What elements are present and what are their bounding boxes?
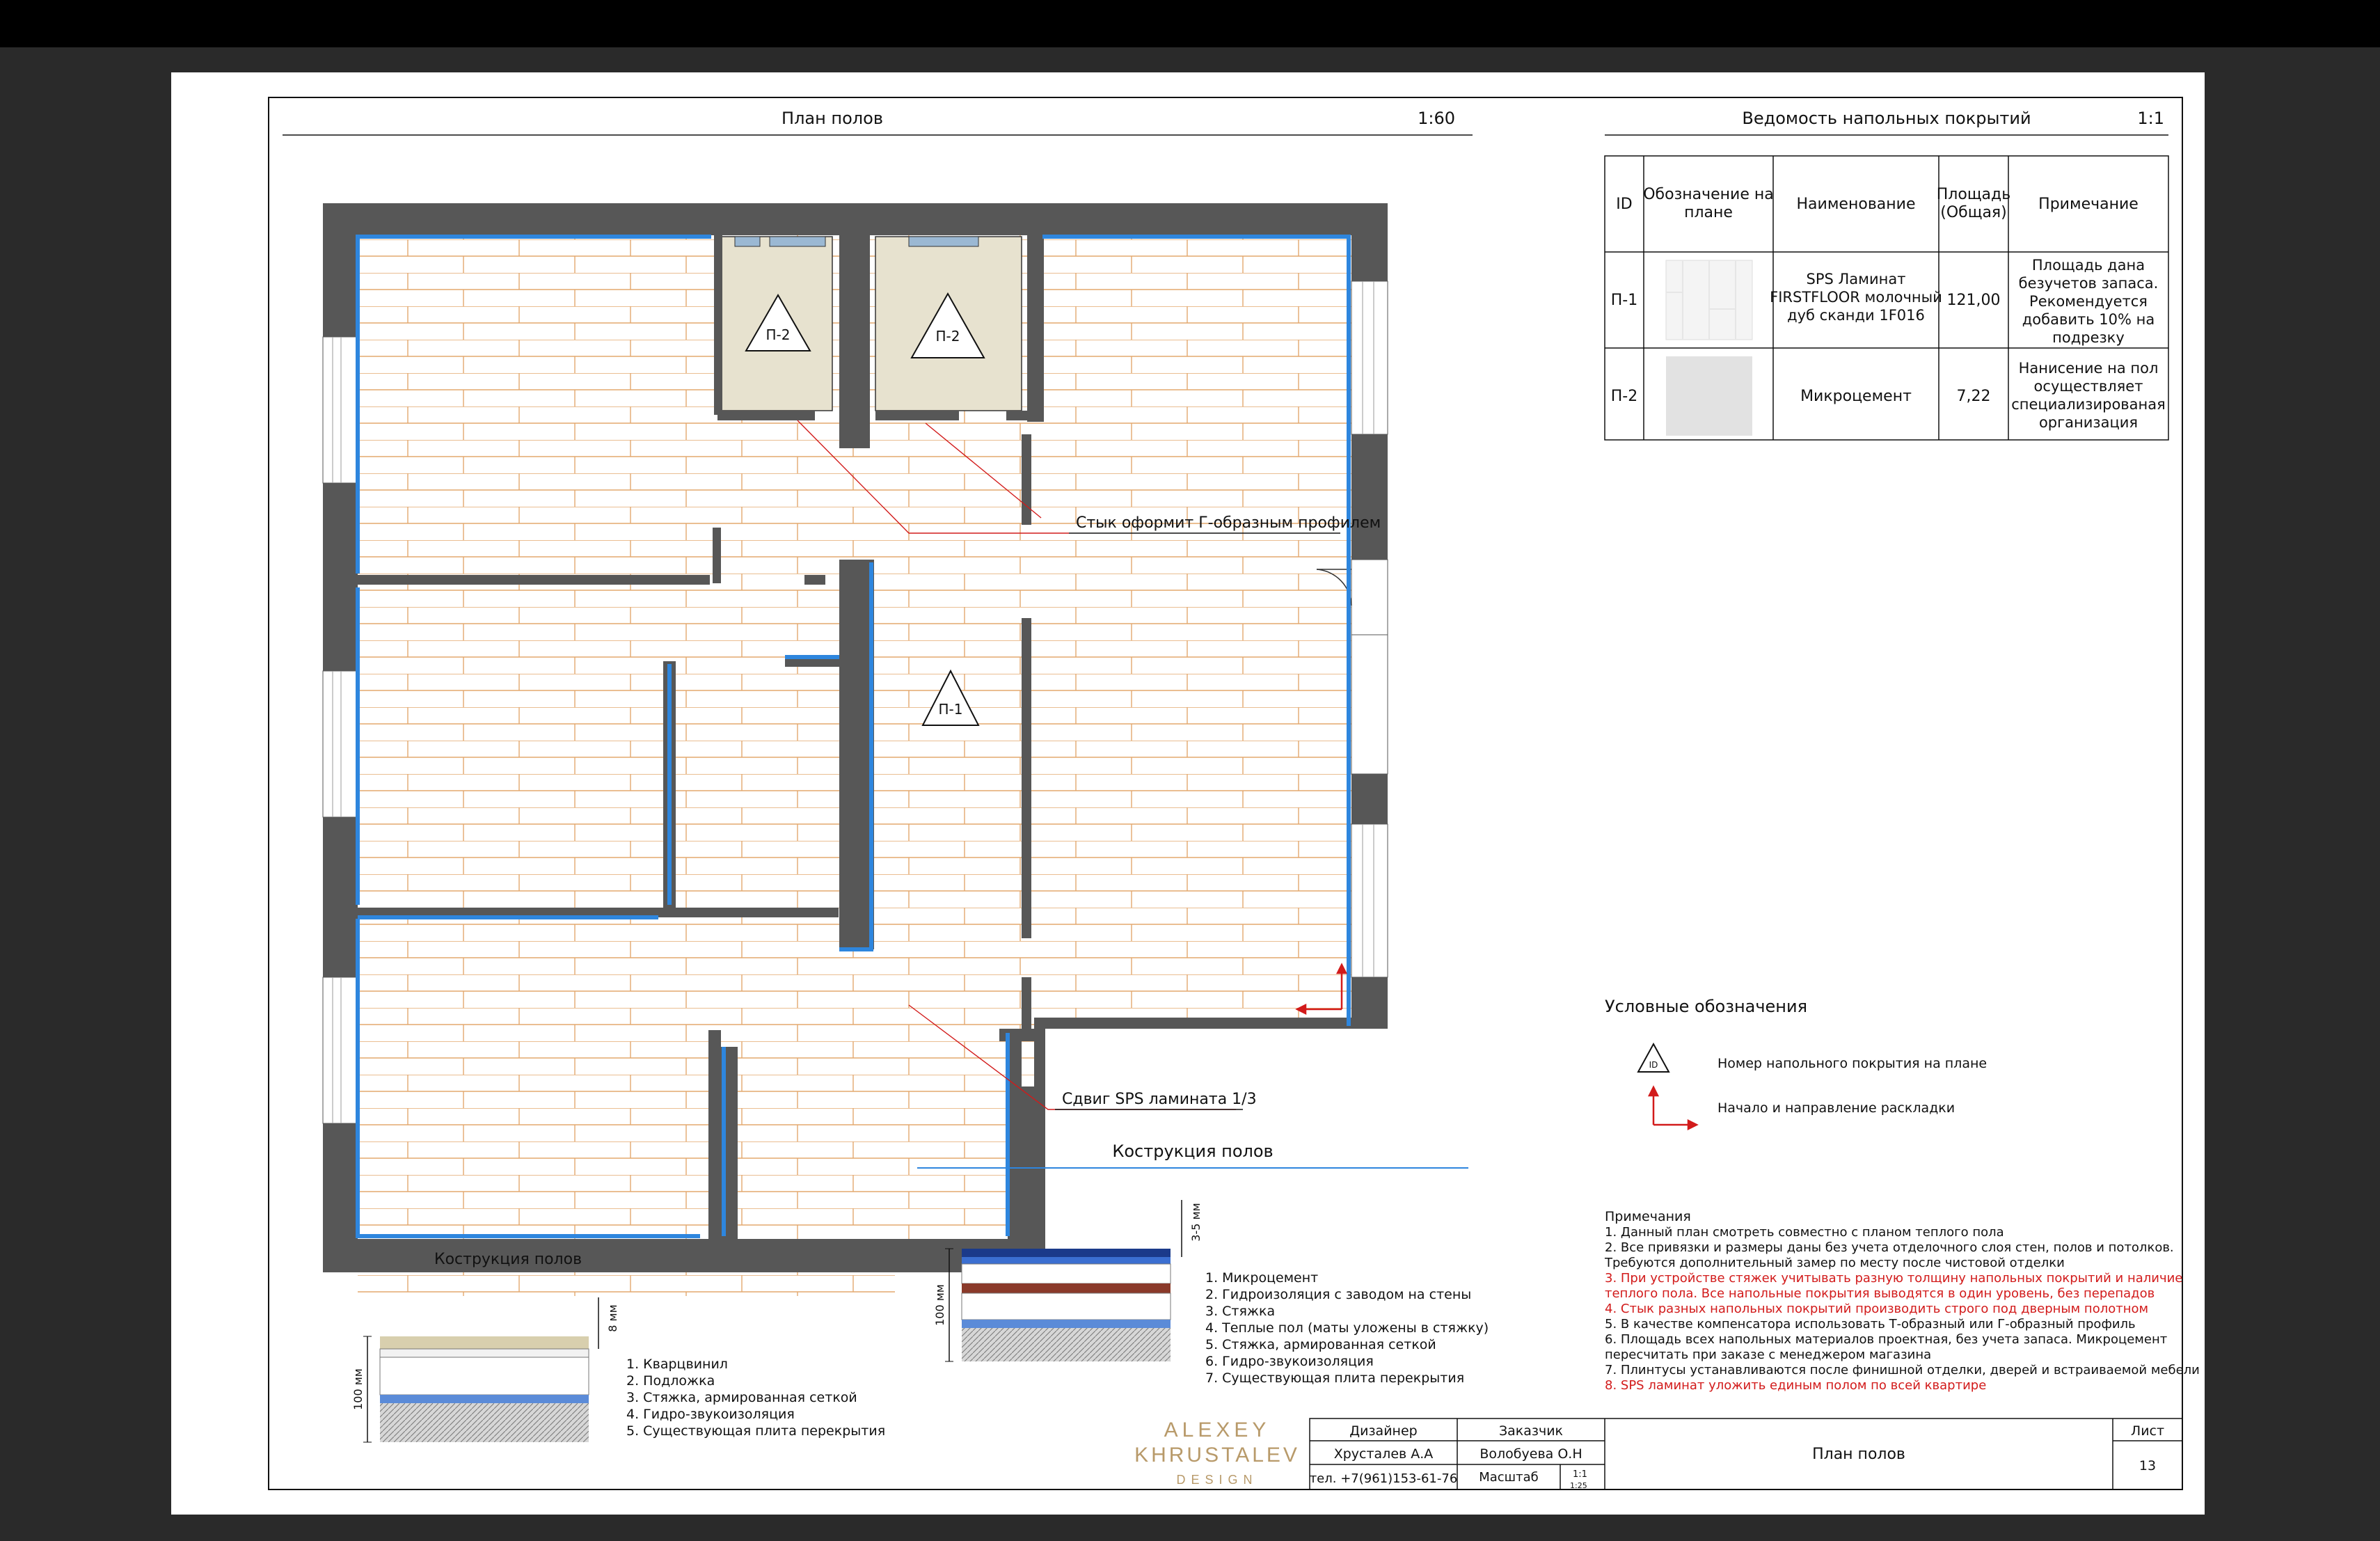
svg-text:П-2: П-2: [766, 326, 791, 343]
svg-text:5. Стяжка, армированная сеткой: 5. Стяжка, армированная сеткой: [1205, 1337, 1436, 1352]
svg-text:2. Подложка: 2. Подложка: [626, 1373, 715, 1389]
schedule-row-2: П-2 Микроцемент 7,22 Нанисение на пол осу…: [1611, 356, 2166, 436]
sheet-number: 13: [2139, 1458, 2156, 1473]
note-line: теплого пола. Все напольные покрытия выв…: [1605, 1286, 2155, 1301]
scale-value: 1:1: [1573, 1469, 1587, 1480]
svg-text:Площадь(Общая): Площадь (Общая): [1937, 186, 2010, 221]
svg-text:DESIGN: DESIGN: [1176, 1473, 1258, 1487]
client-name: Волобуева О.Н: [1479, 1446, 1582, 1462]
svg-text:4. Гидро-звукоизоляция: 4. Гидро-звукоизоляция: [626, 1407, 795, 1422]
schedule-headers: ID Обозначение на плане Наименование Площ…: [1616, 186, 2139, 221]
svg-text:SPS ЛаминатFIRSTFLOOR молочный: SPS Ламинат FIRSTFLOOR молочный дуб сканди…: [1770, 271, 1942, 324]
designer-name: Хрусталев А.А: [1334, 1446, 1434, 1462]
svg-text:ALEXEY: ALEXEY: [1164, 1418, 1271, 1441]
svg-text:121,00: 121,00: [1947, 292, 2001, 309]
svg-text:ID: ID: [1649, 1060, 1658, 1070]
schedule-row-1: П-1 SPS Ламинат FIRSTFLOOR молочный дуб ск…: [1611, 257, 2159, 346]
svg-text:2. Гидроизоляция с заводом на: 2. Гидроизоляция с заводом на стены: [1205, 1287, 1471, 1302]
construction-title: Кострукция полов: [1112, 1141, 1273, 1161]
legend-title: Условные обозначения: [1605, 997, 1807, 1016]
note-line: 5. В качестве компенсатора использовать …: [1605, 1317, 2136, 1331]
note-line: 7. Плинтусы устанавливаются после финишн…: [1605, 1363, 2200, 1377]
laminate-layers: 1. Кварцвинил 2. Подложка 3. Стяжка, арм…: [626, 1357, 885, 1439]
legend-item-1: Номер напольного покрытия на плане: [1717, 1056, 1987, 1071]
svg-text:Наименование: Наименование: [1797, 196, 1916, 213]
note-line: 2. Все привязки и размеры даны без учета…: [1605, 1240, 2174, 1255]
note-line: Требуются дополнительный замер по месту …: [1604, 1256, 2065, 1270]
svg-text:П-1: П-1: [1611, 292, 1637, 309]
svg-text:1. Микроцемент: 1. Микроцемент: [1205, 1270, 1318, 1286]
svg-text:8 мм: 8 мм: [606, 1304, 619, 1331]
svg-text:100 мм: 100 мм: [933, 1284, 946, 1326]
svg-text:3-5 мм: 3-5 мм: [1189, 1203, 1203, 1241]
note-line: 6. Площадь всех напольных материалов про…: [1605, 1332, 2167, 1347]
svg-text:Площадь данабезучетов запаса.Р: Площадь дана безучетов запаса. Рекомендует…: [2019, 257, 2159, 346]
designer-phone: тел. +7(961)153-61-76: [1310, 1471, 1458, 1486]
svg-text:1. Кварцвинил: 1. Кварцвинил: [626, 1357, 728, 1372]
svg-text:100 мм: 100 мм: [351, 1368, 365, 1410]
notes: Примечания 1. Данный план смотреть совме…: [1604, 1209, 2200, 1393]
note-line: 3. При устройстве стяжек учитывать разну…: [1605, 1271, 2182, 1286]
note-line: 8. SPS ламинат уложить единым полом по в…: [1605, 1378, 1986, 1393]
note-line: 4. Стык разных напольных покрытий произв…: [1605, 1302, 2148, 1316]
svg-text:Примечание: Примечание: [2038, 196, 2139, 213]
scale-label: Масштаб: [1479, 1470, 1539, 1485]
legend-tag-symbol: ID: [1637, 1042, 1670, 1073]
svg-text:Обозначение наплане: Обозначение на плане: [1643, 186, 1774, 221]
svg-text:6. Гидро-звукоизоляция: 6. Гидро-звукоизоляция: [1205, 1354, 1374, 1369]
construction-label-bottom: Кострукция полов: [434, 1251, 582, 1268]
designer-label: Дизайнер: [1349, 1423, 1417, 1439]
svg-text:7. Существующая плита перекрыт: 7. Существующая плита перекрытия: [1205, 1370, 1464, 1386]
laminate-section: 100 мм 8 мм: [351, 1297, 619, 1443]
svg-text:Нанисение на полосуществляетсп: Нанисение на пол осуществляет специализиро…: [2011, 360, 2166, 431]
plan-scale: 1:60: [1418, 109, 1455, 128]
windows-left: [322, 336, 358, 1124]
legend-direction-symbol: [1647, 1085, 1699, 1131]
top-bar: [0, 0, 2380, 47]
client-label: Заказчик: [1499, 1423, 1563, 1439]
svg-text:Примечания: Примечания: [1605, 1209, 1691, 1224]
scale-value-2: 1:25: [1570, 1481, 1587, 1490]
svg-text:5. Существующая плита перекрыт: 5. Существующая плита перекрытия: [626, 1423, 885, 1439]
floor-plan: П-1 П-2 П-2 Стык оформит Г-образным проф…: [322, 203, 1396, 1296]
svg-text:KHRUSTALEV: KHRUSTALEV: [1134, 1444, 1300, 1467]
svg-text:3. Стяжка, армированная сеткой: 3. Стяжка, армированная сеткой: [626, 1390, 857, 1405]
windows-right: [1351, 280, 1388, 978]
svg-text:3. Стяжка: 3. Стяжка: [1205, 1304, 1275, 1319]
stamp-title: План полов: [1812, 1446, 1905, 1463]
schedule-scale: 1:1: [2137, 109, 2164, 128]
laminate-swatch: [1665, 260, 1753, 340]
brand-logo: ALEXEY KHRUSTALEV DESIGN: [1134, 1418, 1300, 1487]
svg-text:П-1: П-1: [939, 701, 963, 718]
microcement-swatch: [1666, 356, 1752, 436]
drawing-sheet: План полов 1:60 П-1 П-2 П-2 Стык оформит…: [171, 72, 2205, 1515]
sheet-label: Лист: [2131, 1423, 2164, 1439]
schedule-title: Ведомость напольных покрытий: [1742, 109, 2031, 128]
svg-text:7,22: 7,22: [1957, 388, 1991, 405]
joint-label: Стык оформит Г-образным профилем: [1076, 514, 1381, 532]
microcement-layers: 1. Микроцемент 2. Гидроизоляция с заводо…: [1205, 1270, 1489, 1386]
svg-text:П-2: П-2: [936, 328, 960, 345]
note-line: 1. Данный план смотреть совместно с план…: [1605, 1225, 2004, 1240]
svg-text:П-2: П-2: [1611, 388, 1637, 405]
plan-title: План полов: [782, 109, 883, 128]
svg-text:Микроцемент: Микроцемент: [1800, 388, 1912, 405]
legend-item-2: Начало и направление раскладки: [1717, 1100, 1955, 1116]
shift-label: Сдвиг SPS ламината 1/3: [1062, 1091, 1257, 1108]
svg-text:4. Теплые пол (маты уложены в: 4. Теплые пол (маты уложены в стяжку): [1205, 1320, 1489, 1336]
note-line: пересчитать при заказе с менеджером мага…: [1605, 1348, 1931, 1362]
svg-text:ID: ID: [1616, 196, 1632, 213]
